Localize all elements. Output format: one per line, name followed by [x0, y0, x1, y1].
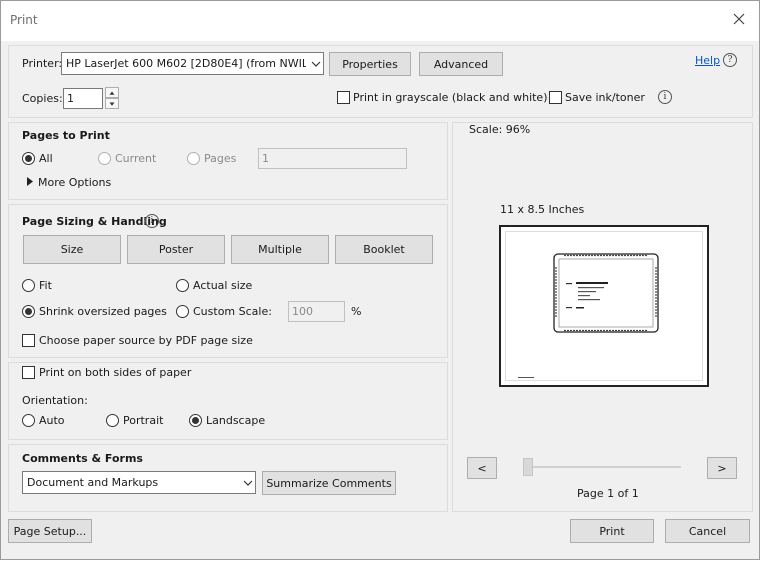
pages-radio[interactable] [187, 152, 200, 165]
window-title: Print [10, 13, 38, 27]
landscape-label: Landscape [206, 414, 266, 427]
title-bar: Print [1, 1, 759, 41]
pages-to-print-panel: Pages to Print All Current Pages 1 More … [8, 122, 448, 200]
chevron-down-icon [311, 61, 321, 67]
poster-button[interactable]: Poster [127, 235, 225, 264]
landscape-radio[interactable] [189, 414, 202, 427]
shrink-oversized-radio[interactable] [22, 305, 35, 318]
orientation-label: Orientation: [22, 394, 88, 407]
printer-panel: Printer: HP LaserJet 600 M602 [2D80E4] (… [8, 45, 753, 118]
page-setup-button[interactable]: Page Setup... [8, 519, 92, 543]
scale-readout: Scale: 96% [469, 123, 531, 136]
page-sizing-panel: Page Sizing & Handling i Size Poster Mul… [8, 204, 448, 358]
both-sides-checkbox[interactable] [22, 366, 35, 379]
printer-select-value: HP LaserJet 600 M602 [2D80E4] (from NWIL… [66, 57, 306, 70]
print-dialog: Print Printer: HP LaserJet 600 M602 [2D8… [0, 0, 760, 560]
custom-scale-radio[interactable] [176, 305, 189, 318]
portrait-label: Portrait [123, 414, 164, 427]
size-button[interactable]: Size [23, 235, 121, 264]
info-icon[interactable]: i [658, 90, 672, 104]
page-slider[interactable] [523, 458, 681, 476]
actual-size-radio[interactable] [176, 279, 189, 292]
pages-range-input[interactable]: 1 [258, 148, 407, 169]
auto-label: Auto [39, 414, 65, 427]
comments-select-value: Document and Markups [27, 476, 159, 489]
fit-label: Fit [39, 279, 52, 292]
fit-radio[interactable] [22, 279, 35, 292]
chevron-down-icon [243, 480, 253, 486]
save-ink-label: Save ink/toner [565, 91, 645, 104]
more-options-toggle[interactable]: More Options [38, 176, 111, 189]
previous-page-button[interactable]: < [467, 457, 497, 479]
custom-scale-input[interactable]: 100 [288, 301, 345, 322]
grayscale-label: Print in grayscale (black and white) [353, 91, 548, 104]
booklet-button[interactable]: Booklet [335, 235, 433, 264]
percent-label: % [351, 305, 362, 318]
preview-content [505, 231, 703, 381]
next-page-button[interactable]: > [707, 457, 737, 479]
preview-document-image [518, 253, 659, 378]
page-indicator: Page 1 of 1 [577, 487, 639, 500]
slider-track [523, 466, 681, 468]
paper-source-checkbox[interactable] [22, 334, 35, 347]
spin-up-icon[interactable] [105, 87, 119, 98]
help-link[interactable]: Help [695, 54, 720, 67]
pages-label: Pages [204, 152, 237, 165]
comments-forms-heading: Comments & Forms [22, 452, 143, 465]
close-icon[interactable] [731, 11, 747, 27]
auto-radio[interactable] [22, 414, 35, 427]
page-sizing-info-icon[interactable]: i [145, 214, 159, 228]
orientation-panel: Print on both sides of paper Orientation… [8, 362, 448, 440]
all-radio[interactable] [22, 152, 35, 165]
copies-label: Copies: [22, 92, 63, 105]
grayscale-checkbox[interactable] [337, 91, 350, 104]
copies-input[interactable]: 1 [63, 88, 103, 109]
spin-down-icon[interactable] [105, 98, 119, 109]
printer-label: Printer: [22, 57, 63, 70]
expand-triangle-icon[interactable] [26, 177, 34, 186]
copies-spinner[interactable] [105, 87, 119, 109]
multiple-button[interactable]: Multiple [231, 235, 329, 264]
shrink-oversized-label: Shrink oversized pages [39, 305, 167, 318]
help-question-icon[interactable]: ? [723, 53, 737, 67]
printer-select[interactable]: HP LaserJet 600 M602 [2D80E4] (from NWIL… [61, 52, 324, 75]
preview-panel: Scale: 96% 11 x 8.5 Inches < > Page 1 of… [452, 122, 753, 512]
print-button[interactable]: Print [570, 519, 654, 543]
paper-source-label: Choose paper source by PDF page size [39, 334, 253, 347]
comments-select[interactable]: Document and Markups [22, 471, 256, 494]
portrait-radio[interactable] [106, 414, 119, 427]
pages-to-print-heading: Pages to Print [22, 129, 110, 142]
page-size-label: 11 x 8.5 Inches [500, 203, 585, 216]
all-label: All [39, 152, 53, 165]
actual-size-label: Actual size [193, 279, 253, 292]
current-radio[interactable] [98, 152, 111, 165]
properties-button[interactable]: Properties [329, 52, 411, 76]
page-preview [499, 225, 709, 387]
both-sides-label: Print on both sides of paper [39, 366, 192, 379]
comments-forms-panel: Comments & Forms Document and Markups Su… [8, 444, 448, 512]
save-ink-checkbox[interactable] [549, 91, 562, 104]
current-label: Current [115, 152, 157, 165]
slider-thumb[interactable] [523, 458, 533, 476]
custom-scale-label: Custom Scale: [193, 305, 272, 318]
cancel-button[interactable]: Cancel [665, 519, 750, 543]
summarize-comments-button[interactable]: Summarize Comments [262, 471, 396, 495]
advanced-button[interactable]: Advanced [419, 52, 503, 76]
